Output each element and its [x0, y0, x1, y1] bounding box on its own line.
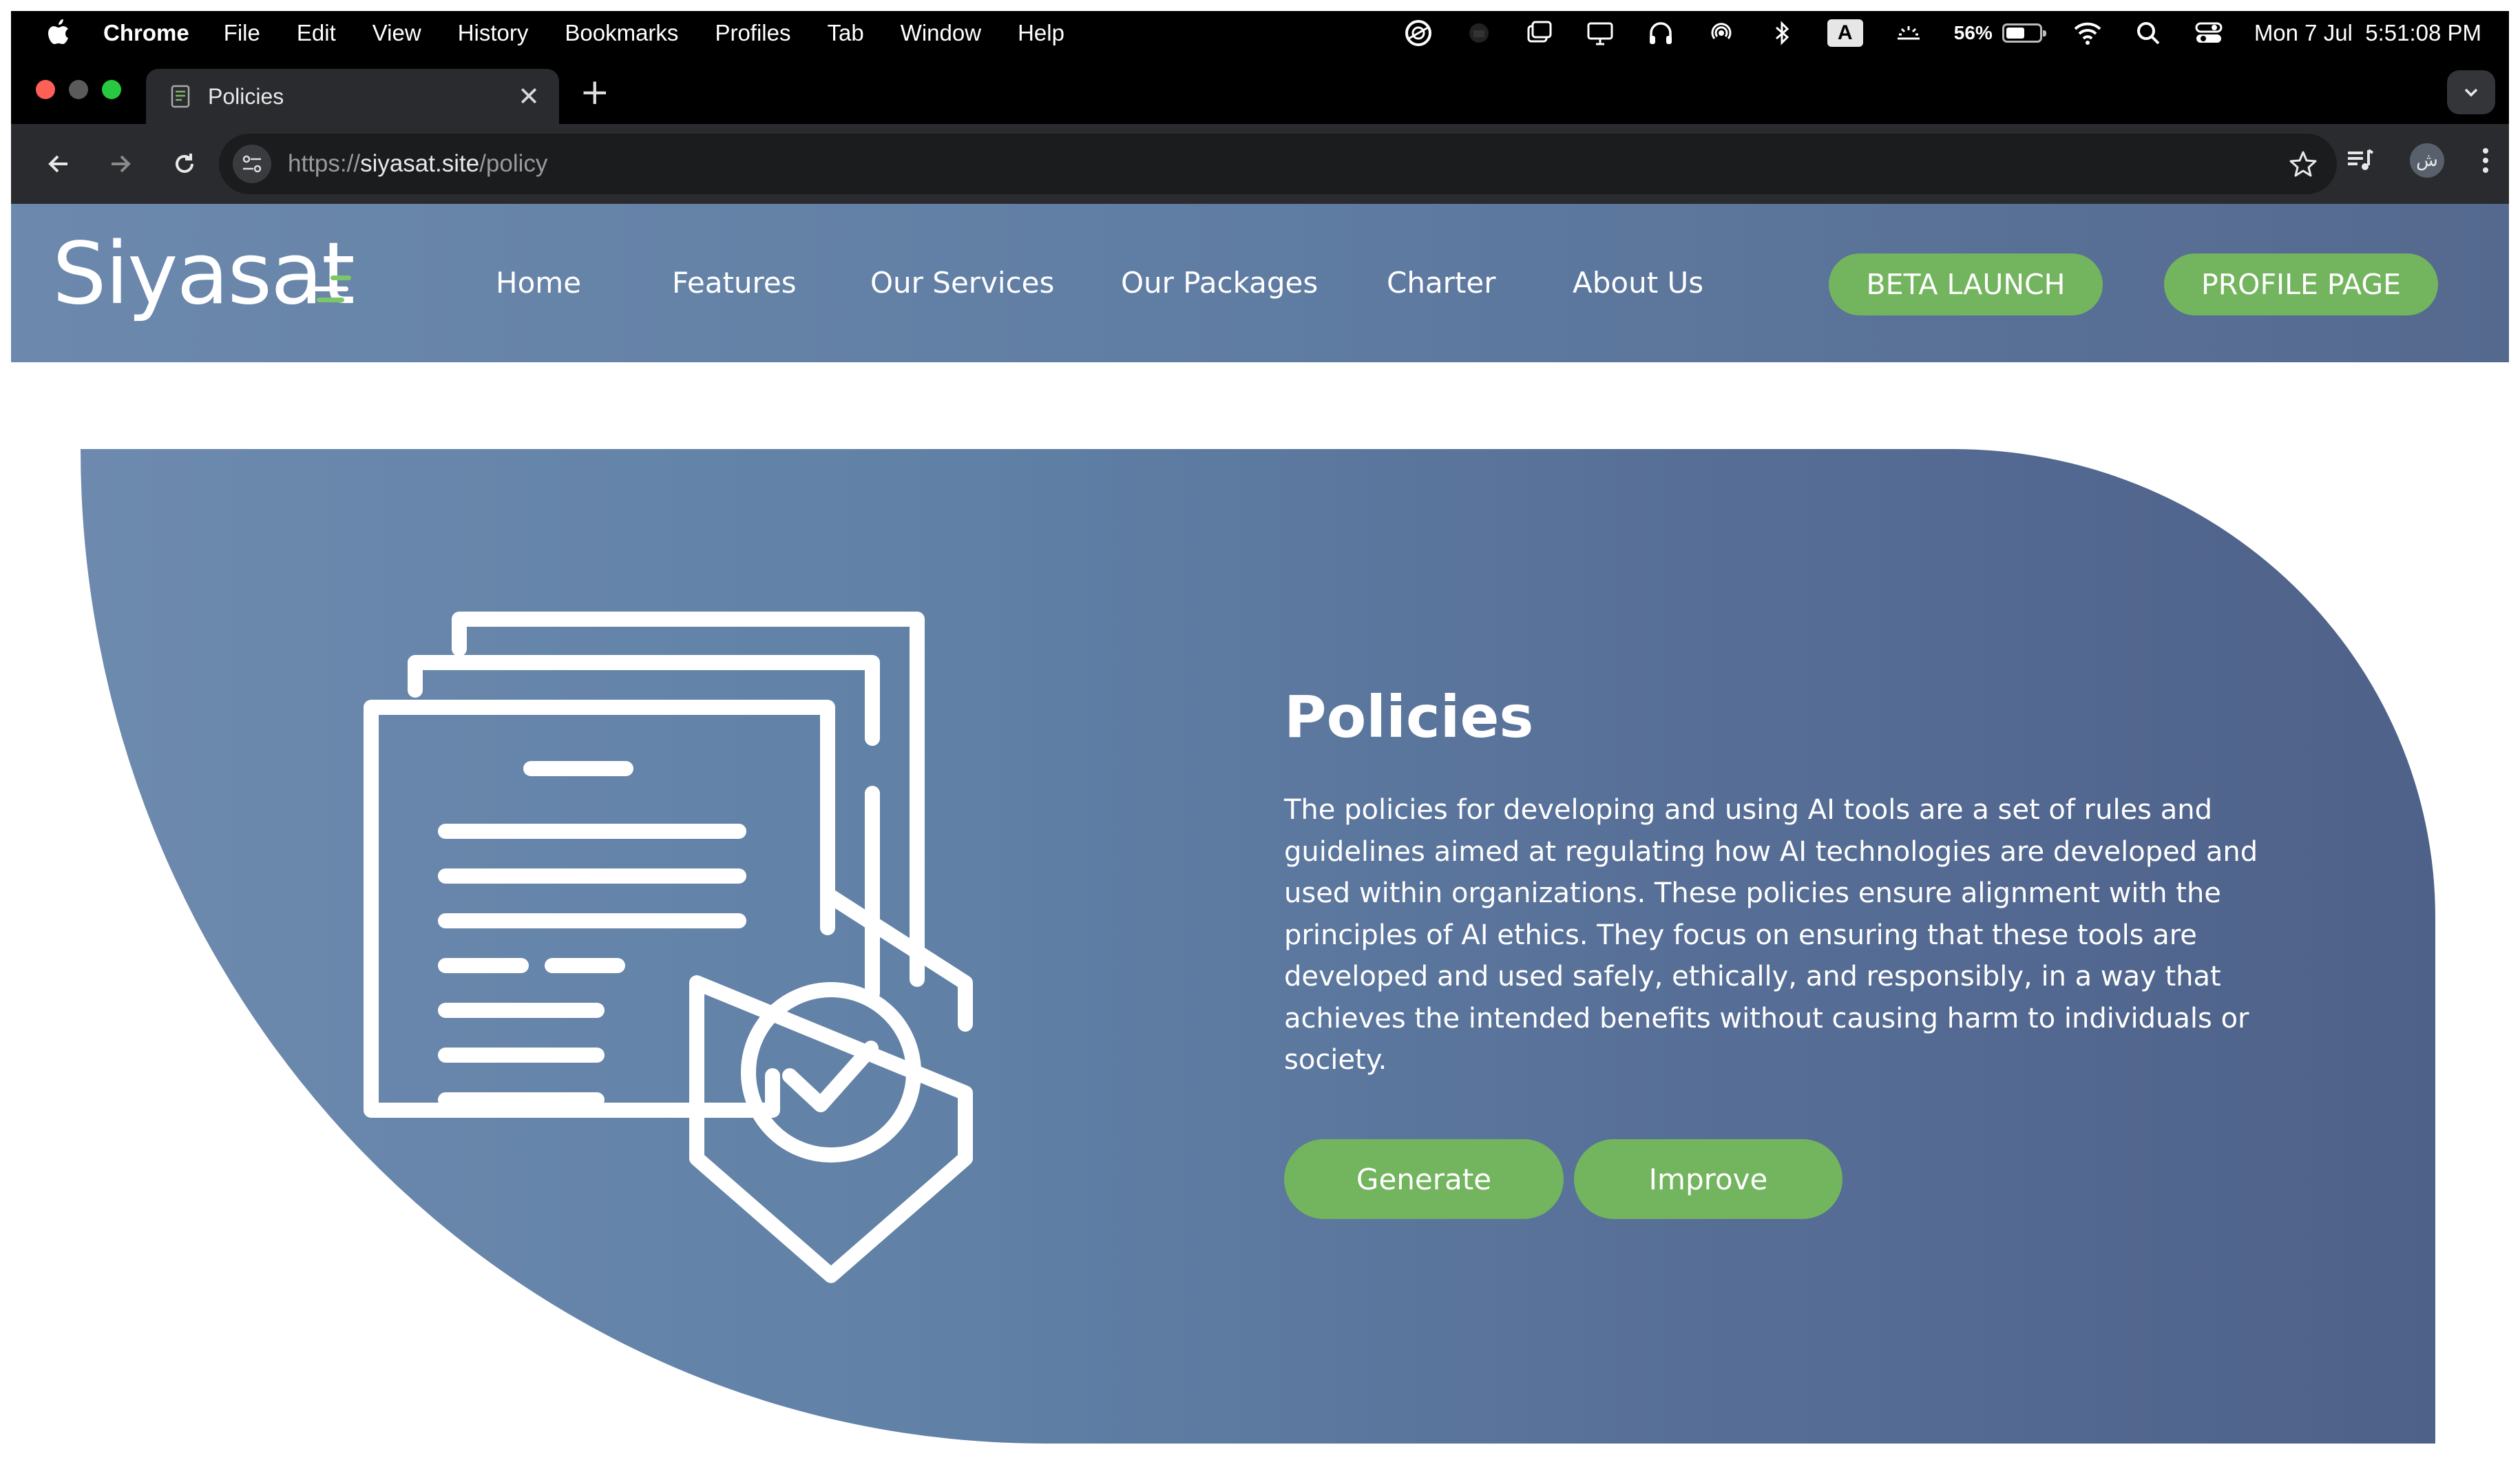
star-icon[interactable] — [2289, 149, 2318, 178]
policies-hero: Policies The policies for developing and… — [81, 449, 2435, 1444]
battery-percent: 56% — [1953, 22, 1993, 43]
wifi-icon[interactable] — [2072, 18, 2103, 48]
logo-mark — [314, 275, 351, 309]
nav-home[interactable]: Home — [496, 266, 581, 300]
media-controls-icon[interactable] — [2344, 145, 2375, 176]
new-tab-button[interactable]: + — [580, 72, 610, 113]
search-icon[interactable] — [2133, 18, 2163, 48]
logo-text: Siyasat — [52, 225, 355, 324]
improve-button[interactable]: Improve — [1574, 1139, 1842, 1219]
menubar-clock[interactable]: Mon 7 Jul 5:51:08 PM — [2254, 20, 2481, 46]
tab-search-button[interactable] — [2447, 70, 2495, 114]
window-close-button[interactable] — [36, 80, 55, 99]
document-icon — [171, 85, 190, 108]
bluetooth-icon[interactable] — [1767, 18, 1797, 48]
menu-window[interactable]: Window — [901, 20, 981, 46]
more-icon[interactable] — [2479, 145, 2492, 176]
policies-description: The policies for developing and using AI… — [1284, 794, 2258, 1076]
nav-about-us[interactable]: About Us — [1573, 266, 1703, 300]
policy-document-shield-icon — [364, 612, 973, 1283]
back-icon — [48, 155, 67, 173]
browser-toolbar: https://siyasat.site/policy ش — [11, 124, 2509, 204]
menu-file[interactable]: File — [224, 20, 260, 46]
nav-our-services[interactable]: Our Services — [870, 266, 1054, 300]
profile-avatar[interactable]: ش — [2410, 143, 2444, 178]
apple-icon[interactable] — [45, 19, 70, 47]
menu-profiles[interactable]: Profiles — [715, 20, 790, 46]
airdrop-icon[interactable] — [1706, 18, 1736, 48]
url-scheme: https:// — [288, 150, 361, 177]
creative-cloud-icon[interactable] — [1403, 18, 1434, 48]
control-center-icon[interactable] — [2194, 18, 2224, 48]
chevron-down-icon — [2464, 88, 2478, 97]
address-bar[interactable]: https://siyasat.site/policy — [219, 134, 2337, 194]
headphones-icon[interactable] — [1646, 18, 1676, 48]
macos-menu-bar: Chrome File Edit View History Bookmarks … — [11, 11, 2509, 55]
active-tab[interactable]: Policies ✕ — [146, 69, 559, 124]
close-icon[interactable]: ✕ — [518, 81, 540, 112]
forward-button[interactable] — [99, 143, 140, 185]
battery-status[interactable]: 56% — [1953, 22, 2046, 44]
window-maximize-button[interactable] — [102, 80, 121, 99]
input-source-indicator[interactable]: A — [1827, 19, 1863, 47]
app-menu-chrome[interactable]: Chrome — [103, 20, 189, 46]
menu-history[interactable]: History — [458, 20, 529, 46]
nav-features[interactable]: Features — [672, 266, 797, 300]
battery-level-fill — [2006, 28, 2024, 39]
toolbar-actions: ش — [2344, 143, 2492, 178]
menu-view[interactable]: View — [372, 20, 421, 46]
menu-list: File Edit View History Bookmarks Profile… — [224, 20, 1064, 46]
url-host: siyasat.site — [360, 150, 480, 177]
battery-icon — [2002, 23, 2046, 43]
window-icon[interactable] — [1524, 18, 1555, 48]
reload-icon — [176, 154, 193, 173]
brightness-icon[interactable] — [1893, 18, 1924, 48]
beta-launch-button[interactable]: BETA LAUNCH — [1829, 253, 2103, 315]
site-header: Siyasat Home Features Our Services Our P… — [11, 204, 2509, 362]
url-text[interactable]: https://siyasat.site/policy — [288, 150, 547, 178]
menu-tab[interactable]: Tab — [827, 20, 863, 46]
generate-button[interactable]: Generate — [1284, 1139, 1564, 1219]
page-title: Policies — [1284, 683, 1534, 751]
forward-icon — [112, 155, 131, 173]
tab-title: Policies — [208, 83, 284, 109]
menu-bookmarks[interactable]: Bookmarks — [565, 20, 678, 46]
browser-tab-strip: Policies ✕ + — [11, 55, 2509, 124]
back-button[interactable] — [39, 143, 80, 185]
menu-edit[interactable]: Edit — [297, 20, 336, 46]
screen-mirror-icon[interactable] — [1464, 18, 1494, 48]
url-path: /policy — [479, 150, 548, 177]
window-minimize-button[interactable] — [69, 80, 88, 99]
profile-page-button[interactable]: PROFILE PAGE — [2164, 253, 2438, 315]
reload-button[interactable] — [164, 143, 205, 185]
nav-our-packages[interactable]: Our Packages — [1121, 266, 1318, 300]
menu-help[interactable]: Help — [1018, 20, 1064, 46]
status-area: A 56% Mon 7 Jul 5:51:08 PM — [1403, 18, 2481, 48]
display-icon[interactable] — [1585, 18, 1615, 48]
site-settings-icon[interactable] — [233, 145, 271, 183]
site-logo[interactable]: Siyasat — [52, 231, 355, 317]
nav-charter[interactable]: Charter — [1387, 266, 1496, 300]
